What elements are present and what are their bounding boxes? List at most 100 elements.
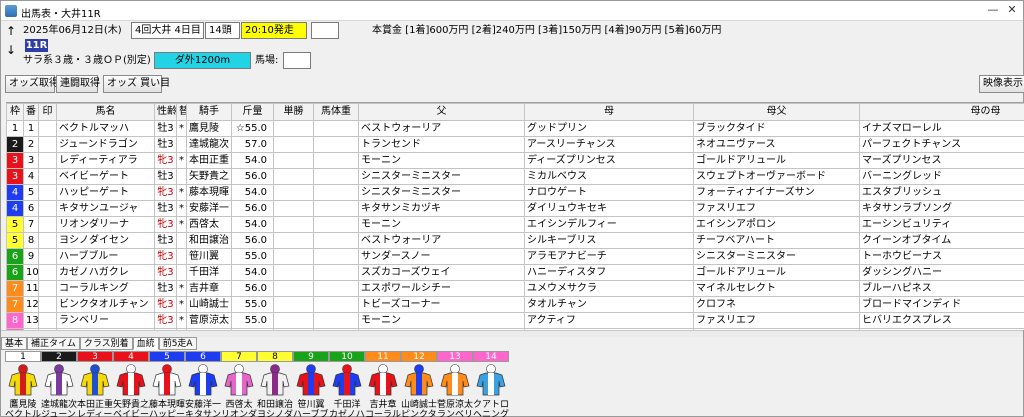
- cell-bw: [313, 152, 359, 169]
- col-header[interactable]: 馬体重: [313, 103, 359, 121]
- silk-card[interactable]: 3本田正重レディーテ: [77, 351, 113, 417]
- cell-mark[interactable]: [38, 200, 57, 217]
- table-row[interactable]: 5 8 ヨシノダイセン 牡3 和田譲治 56.0 ベストウォーリア シルキーブリス チーフベアハ…: [6, 232, 1024, 249]
- silk-horse: レディーテ: [77, 410, 113, 417]
- cell-mark[interactable]: [38, 280, 57, 297]
- meeting-field[interactable]: 4回大井 4日目: [131, 22, 204, 39]
- cell-sex: 牝3: [154, 312, 177, 329]
- odds-buy-button[interactable]: オッズ 買い目: [103, 75, 170, 93]
- close-button[interactable]: ✕: [1002, 3, 1022, 19]
- cell-mark[interactable]: [38, 312, 57, 329]
- silk-card[interactable]: 2達城龍次ジューンド: [41, 351, 77, 417]
- table-row[interactable]: 2 2 ジューンドラゴン 牡3 達城龍次 57.0 トランセンド アースリーチャンス ネオユニヴ…: [6, 136, 1024, 153]
- col-header[interactable]: 斤量: [231, 103, 274, 121]
- table-row[interactable]: 7 12 ビンクタオルチャン 牝3 * 山崎誠士 55.0 トビーズコーナー タオルチャン クロフ…: [6, 296, 1024, 313]
- cell-mark[interactable]: [38, 120, 57, 137]
- col-header[interactable]: 騎手: [186, 103, 232, 121]
- cell-mark[interactable]: [38, 184, 57, 201]
- silk-card[interactable]: 14クアトロヘニングセ: [473, 351, 509, 417]
- silk-card[interactable]: 8和田譲治ヨシノダイ: [257, 351, 293, 417]
- silk-card[interactable]: 5藤本現暉ハッピーゲ: [149, 351, 185, 417]
- table-row[interactable]: 3 3 レディーティアラ 牝3 * 本田正重 54.0 モーニン ディーズプリンセス ゴールドアリ…: [6, 152, 1024, 169]
- col-header[interactable]: 性齢: [154, 103, 177, 121]
- table-row[interactable]: 3 4 ベイビーゲート 牡3 矢野貴之 56.0 シニスターミニスター ミカルベウス スウェプト…: [6, 168, 1024, 185]
- silk-card[interactable]: 6安藤洋一キタサンユ: [185, 351, 221, 417]
- table-row[interactable]: 7 11 コーラルキング 牡3 * 吉井章 56.0 エスポワールシチー ユメウメサクラ マイネル…: [6, 280, 1024, 297]
- col-header[interactable]: 単勝: [273, 103, 314, 121]
- title-bar: 出馬表・大井11R — ✕: [1, 1, 1023, 21]
- tab-4[interactable]: 前5走A: [158, 337, 197, 350]
- cell-mark[interactable]: [38, 136, 57, 153]
- cell-sex: 牡3: [154, 120, 177, 137]
- cell-kae: [176, 136, 187, 153]
- cell-ban: 3: [23, 152, 39, 169]
- col-header[interactable]: 母: [524, 103, 694, 121]
- minimize-button[interactable]: —: [983, 3, 1003, 19]
- cell-sire: モーニン: [358, 152, 525, 169]
- col-header[interactable]: 母父: [693, 103, 860, 121]
- cell-odds: [273, 296, 314, 313]
- table-row[interactable]: 5 7 リオンダリーナ 牝3 * 西啓太 54.0 モーニン エイシンデルフィー エイシンアポロン…: [6, 216, 1024, 233]
- cell-weight: 54.0: [231, 152, 274, 169]
- silk-card[interactable]: 10千田洋カゼノハガ: [329, 351, 365, 417]
- cell-mark[interactable]: [38, 152, 57, 169]
- cell-ddam: エーシンビュリティ: [859, 216, 1024, 233]
- baba-field[interactable]: [283, 52, 311, 69]
- cell-sex: 牡3: [154, 232, 177, 249]
- cell-mark[interactable]: [38, 232, 57, 249]
- table-row[interactable]: 8 13 ランベリー 牝3 * 菅原涼太 55.0 モーニン アクティフ ファスリエフ ヒバリエクス…: [6, 312, 1024, 329]
- col-header[interactable]: 替: [176, 103, 187, 121]
- cell-mark[interactable]: [38, 248, 57, 265]
- prev-race-arrow-icon[interactable]: ↑: [4, 23, 18, 39]
- cell-sire: スズカコーズウェイ: [358, 264, 525, 281]
- silk-card[interactable]: 7西啓太リオンダリ: [221, 351, 257, 417]
- col-header[interactable]: 馬名: [56, 103, 155, 121]
- col-header[interactable]: 枠: [6, 103, 24, 121]
- col-header[interactable]: 番: [23, 103, 39, 121]
- cell-weight: 55.0: [231, 248, 274, 265]
- cell-odds: [273, 232, 314, 249]
- silk-card[interactable]: 11吉井章コーラルキ: [365, 351, 401, 417]
- cell-dam: ナロウゲート: [524, 184, 694, 201]
- table-row[interactable]: 6 9 ハーブブルー 牝3 笹川翼 55.0 サンダースノー アラモアナビーチ シニスターミニス…: [6, 248, 1024, 265]
- silk-card[interactable]: 4矢野貴之ベイビーゲ: [113, 351, 149, 417]
- silk-number: 2: [41, 351, 77, 362]
- table-row[interactable]: 4 5 ハッピーゲート 牝3 * 藤本現暉 54.0 シニスターミニスター ナロウゲート フォーテ…: [6, 184, 1024, 201]
- cell-name: キタサンユージャ: [56, 200, 155, 217]
- tab-1[interactable]: 補正タイム: [27, 337, 80, 350]
- tab-3[interactable]: 血統: [132, 337, 159, 350]
- status-bar: [1, 330, 1023, 337]
- silk-card[interactable]: 13菅原涼太ランベリー: [437, 351, 473, 417]
- cell-mark[interactable]: [38, 264, 57, 281]
- cell-name: ジューンドラゴン: [56, 136, 155, 153]
- next-race-arrow-icon[interactable]: ↓: [4, 42, 18, 58]
- silk-horse: ヨシノダイ: [257, 410, 293, 417]
- silk-horse: ベクトルマ: [5, 410, 41, 417]
- table-row[interactable]: 4 6 キタサンユージャ 牡3 * 安藤洋一 56.0 キタサンミカヅキ ダイリュウキセキ ファス…: [6, 200, 1024, 217]
- cell-jockey: 矢野貴之: [186, 168, 232, 185]
- video-button[interactable]: 映像表示: [979, 75, 1024, 93]
- col-header[interactable]: 父: [358, 103, 525, 121]
- cell-bw: [313, 216, 359, 233]
- silk-card[interactable]: 9笹川翼ハーブブル: [293, 351, 329, 417]
- table-row[interactable]: 6 10 カゼノハガクレ 牝3 千田洋 54.0 スズカコーズウェイ ハニーディスタフ ゴールド…: [6, 264, 1024, 281]
- cell-sire: エスポワールシチー: [358, 280, 525, 297]
- odds-fetch-button[interactable]: オッズ取得: [5, 75, 59, 93]
- cell-mark[interactable]: [38, 296, 57, 313]
- cell-bw: [313, 264, 359, 281]
- col-header[interactable]: 印: [38, 103, 57, 121]
- cell-mark[interactable]: [38, 216, 57, 233]
- blank-field[interactable]: [311, 22, 339, 39]
- renpuku-fetch-button[interactable]: 連闘取得: [56, 75, 100, 93]
- cell-bms: エイシンアポロン: [693, 216, 860, 233]
- table-row[interactable]: 1 1 ベクトルマッハ 牡3 * 鷹見陵 ☆55.0 ベストウォーリア グッドプリン ブラックタイ…: [6, 120, 1024, 137]
- silk-card[interactable]: 12山崎誠士ピンクタオ: [401, 351, 437, 417]
- col-header[interactable]: 母の母: [859, 103, 1024, 121]
- jockey-silk-icon: [440, 364, 470, 396]
- tab-0[interactable]: 基本: [1, 337, 28, 350]
- silk-card[interactable]: 1鷹見陵ベクトルマ: [5, 351, 41, 417]
- cell-dam: アクティフ: [524, 312, 694, 329]
- cell-mark[interactable]: [38, 168, 57, 185]
- tab-2[interactable]: クラス別着: [79, 337, 133, 350]
- cell-name: レディーティアラ: [56, 152, 155, 169]
